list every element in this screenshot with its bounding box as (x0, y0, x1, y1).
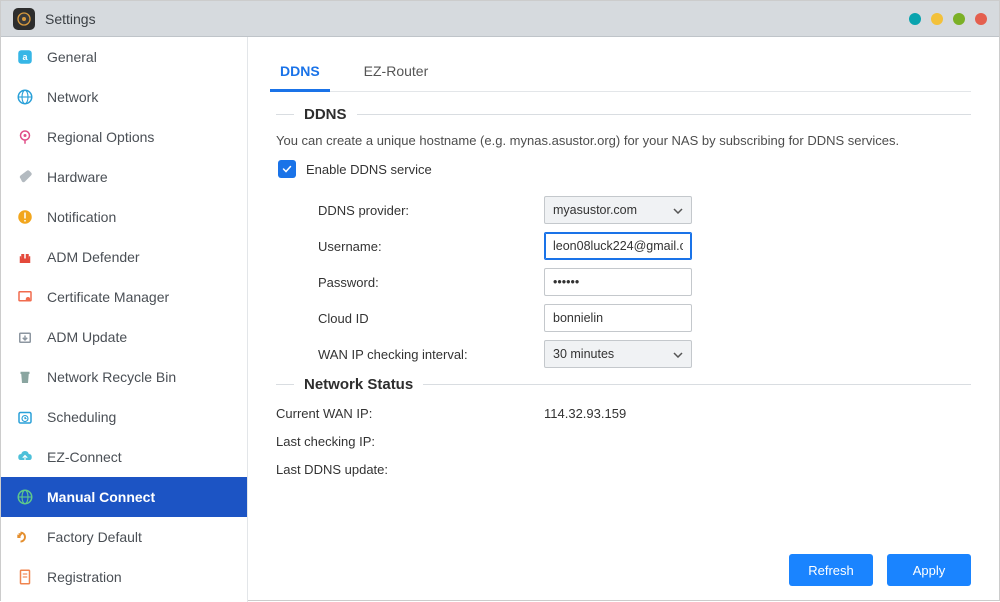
provider-label: DDNS provider: (318, 203, 544, 218)
window-controls (909, 13, 987, 25)
factory-icon (15, 527, 35, 547)
current-wan-ip-label: Current WAN IP: (276, 406, 544, 421)
last-checking-ip-label: Last checking IP: (276, 434, 544, 449)
sidebar-item-manual-connect[interactable]: Manual Connect (1, 477, 247, 517)
provider-select[interactable]: myasustor.com (544, 196, 692, 224)
footer-buttons: Refresh Apply (789, 554, 971, 586)
sidebar-item-label: Hardware (47, 169, 108, 185)
apply-button[interactable]: Apply (887, 554, 971, 586)
section-ddns: DDNS You can create a unique hostname (e… (276, 106, 971, 372)
chevron-down-icon (673, 347, 683, 361)
sidebar-item-label: Manual Connect (47, 489, 155, 505)
recycle-icon (15, 367, 35, 387)
sidebar-item-ez-connect[interactable]: EZ-Connect (1, 437, 247, 477)
sidebar-item-label: ADM Defender (47, 249, 140, 265)
ezconnect-icon (15, 447, 35, 467)
tabs: DDNS EZ-Router (276, 37, 971, 92)
sidebar-item-label: Registration (47, 569, 122, 585)
sidebar-item-label: Certificate Manager (47, 289, 169, 305)
manual-icon (15, 487, 35, 507)
window-control-dot[interactable] (931, 13, 943, 25)
cert-icon (15, 287, 35, 307)
ddns-section-title: DDNS (304, 106, 347, 123)
tab-ez-router[interactable]: EZ-Router (360, 55, 433, 91)
sidebar-item-factory-default[interactable]: Factory Default (1, 517, 247, 557)
network-status-title: Network Status (304, 376, 413, 393)
window-control-dot[interactable] (975, 13, 987, 25)
defender-icon (15, 247, 35, 267)
sidebar-item-label: Factory Default (47, 529, 142, 545)
wan-interval-label: WAN IP checking interval: (318, 347, 544, 362)
settings-gear-icon (13, 8, 35, 30)
username-input[interactable] (544, 232, 692, 260)
sidebar-item-notification[interactable]: Notification (1, 197, 247, 237)
sidebar-item-label: ADM Update (47, 329, 127, 345)
ddns-description: You can create a unique hostname (e.g. m… (276, 133, 971, 148)
password-input[interactable] (544, 268, 692, 296)
username-label: Username: (318, 239, 544, 254)
sidebar-item-label: Regional Options (47, 129, 154, 145)
registration-icon (15, 567, 35, 587)
sidebar-item-scheduling[interactable]: Scheduling (1, 397, 247, 437)
tab-ddns[interactable]: DDNS (276, 55, 324, 91)
section-network-status: Network Status Current WAN IP: 114.32.93… (276, 376, 971, 483)
password-label: Password: (318, 275, 544, 290)
hardware-icon (15, 167, 35, 187)
sidebar-item-general[interactable]: a General (1, 37, 247, 77)
wan-interval-select[interactable]: 30 minutes (544, 340, 692, 368)
refresh-button[interactable]: Refresh (789, 554, 873, 586)
enable-ddns-checkbox-row[interactable]: Enable DDNS service (278, 160, 971, 178)
sidebar-item-certificate[interactable]: Certificate Manager (1, 277, 247, 317)
network-icon (15, 87, 35, 107)
wan-interval-value: 30 minutes (553, 347, 614, 361)
sidebar-item-recycle[interactable]: Network Recycle Bin (1, 357, 247, 397)
window-title: Settings (45, 11, 96, 27)
cloudid-input[interactable] (544, 304, 692, 332)
sidebar-item-label: Notification (47, 209, 116, 225)
window-control-dot[interactable] (909, 13, 921, 25)
sidebar-item-network[interactable]: Network (1, 77, 247, 117)
cloudid-label: Cloud ID (318, 311, 544, 326)
update-icon (15, 327, 35, 347)
notification-icon (15, 207, 35, 227)
sidebar: a General Network Regional Options Hardw… (1, 37, 248, 602)
titlebar: Settings (1, 1, 999, 37)
sidebar-item-defender[interactable]: ADM Defender (1, 237, 247, 277)
sidebar-item-hardware[interactable]: Hardware (1, 157, 247, 197)
general-icon: a (15, 47, 35, 67)
last-ddns-update-label: Last DDNS update: (276, 462, 544, 477)
sidebar-item-update[interactable]: ADM Update (1, 317, 247, 357)
chevron-down-icon (673, 203, 683, 217)
regional-icon (15, 127, 35, 147)
sidebar-item-regional[interactable]: Regional Options (1, 117, 247, 157)
checkbox-checked-icon[interactable] (278, 160, 296, 178)
schedule-icon (15, 407, 35, 427)
main-panel: DDNS EZ-Router DDNS You can create a uni… (248, 37, 999, 602)
window-control-dot[interactable] (953, 13, 965, 25)
provider-value: myasustor.com (553, 203, 637, 217)
sidebar-item-label: General (47, 49, 97, 65)
sidebar-item-label: EZ-Connect (47, 449, 122, 465)
sidebar-item-label: Network (47, 89, 98, 105)
sidebar-item-registration[interactable]: Registration (1, 557, 247, 597)
current-wan-ip-value: 114.32.93.159 (544, 406, 626, 421)
sidebar-item-label: Network Recycle Bin (47, 369, 176, 385)
enable-ddns-label: Enable DDNS service (306, 162, 432, 177)
sidebar-item-label: Scheduling (47, 409, 116, 425)
ddns-form: DDNS provider: myasustor.com Username: (318, 192, 971, 372)
